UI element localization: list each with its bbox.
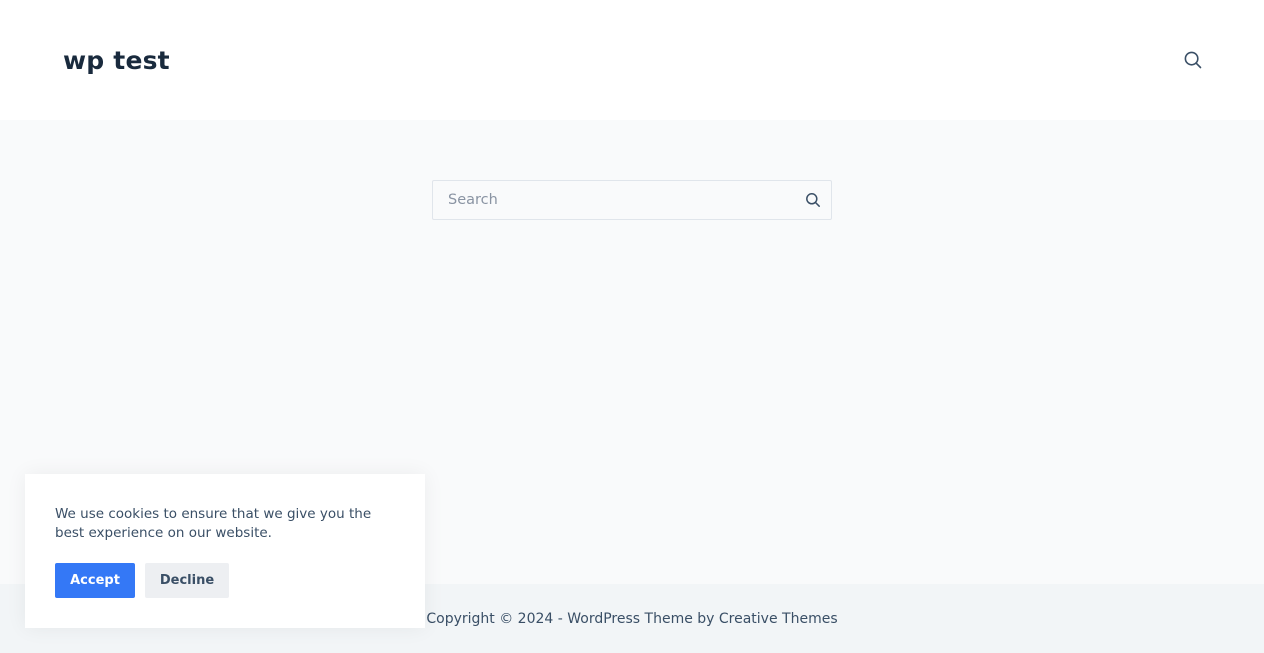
site-header: wp test (0, 0, 1264, 120)
search-form (432, 180, 832, 220)
search-input[interactable] (433, 181, 783, 219)
decline-cookies-button[interactable]: Decline (145, 563, 229, 598)
search-submit-button[interactable] (805, 192, 821, 208)
cookie-message: We use cookies to ensure that we give yo… (55, 506, 372, 541)
header-search-button[interactable] (1183, 50, 1203, 70)
accept-cookies-button[interactable]: Accept (55, 563, 135, 598)
cookie-consent-banner: We use cookies to ensure that we give yo… (25, 474, 425, 628)
site-title[interactable]: wp test (63, 44, 170, 78)
search-icon (806, 193, 820, 207)
search-icon (1184, 51, 1202, 69)
